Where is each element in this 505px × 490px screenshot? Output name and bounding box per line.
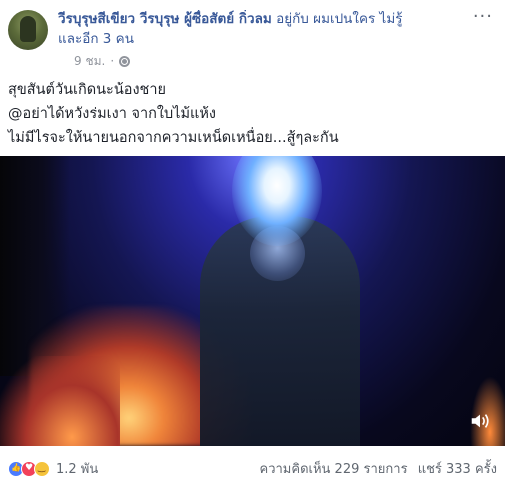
post-timestamp[interactable]: 9 ชม. xyxy=(74,54,105,68)
author-line: วีรบุรุษสีเขียว วีรบุรุษ ผู้ซื่อสัตย์ กิ… xyxy=(58,10,478,28)
meta-separator: · xyxy=(110,54,115,68)
haha-reaction-icon xyxy=(34,460,50,477)
video-fire-glow-left xyxy=(0,356,120,446)
speaker-icon[interactable] xyxy=(469,410,491,432)
author-name-link[interactable]: วีรบุรุษสีเขียว วีรบุรุษ ผู้ซื่อสัตย์ กิ… xyxy=(58,11,272,27)
post-footer: 1.2 พัน ความคิดเห็น 229 รายการ แชร์ 333 … xyxy=(0,452,505,480)
author-avatar[interactable] xyxy=(8,10,48,50)
post-text-line: @อย่าได้หวังร่มเงา จากใบไม้แห้ง xyxy=(8,106,217,122)
reactions-summary[interactable]: 1.2 พัน xyxy=(8,458,98,479)
post-text-line: ไม่มีไรจะให้นายนอกจากความเหน็ดเหนื่อย...… xyxy=(8,130,339,146)
reaction-count[interactable]: 1.2 พัน xyxy=(56,458,98,479)
post-body: สุขสันต์วันเกิดนะน้องชาย @อย่าได้หวังร่ม… xyxy=(8,78,498,150)
shares-count-link[interactable]: แชร์ 333 ครั้ง xyxy=(418,462,497,477)
tagged-with-text[interactable]: อยู่กับ ผมเปนใคร ไม่รู้ xyxy=(276,11,402,27)
comments-count-link[interactable]: ความคิดเห็น 229 รายการ xyxy=(260,462,408,477)
post-text-line: สุขสันต์วันเกิดนะน้องชาย xyxy=(8,82,167,98)
post-header: วีรบุรุษสีเขียว วีรบุรุษ ผู้ซื่อสัตย์ กิ… xyxy=(0,0,505,72)
post-meta: 9 ชม. · xyxy=(74,54,131,68)
post-options-button[interactable]: ··· xyxy=(473,8,493,26)
and-others-link[interactable]: และอีก 3 คน xyxy=(58,30,134,48)
globe-icon[interactable] xyxy=(119,55,131,67)
engagement-stats: ความคิดเห็น 229 รายการ แชร์ 333 ครั้ง xyxy=(254,458,497,479)
video-player[interactable] xyxy=(0,156,505,446)
